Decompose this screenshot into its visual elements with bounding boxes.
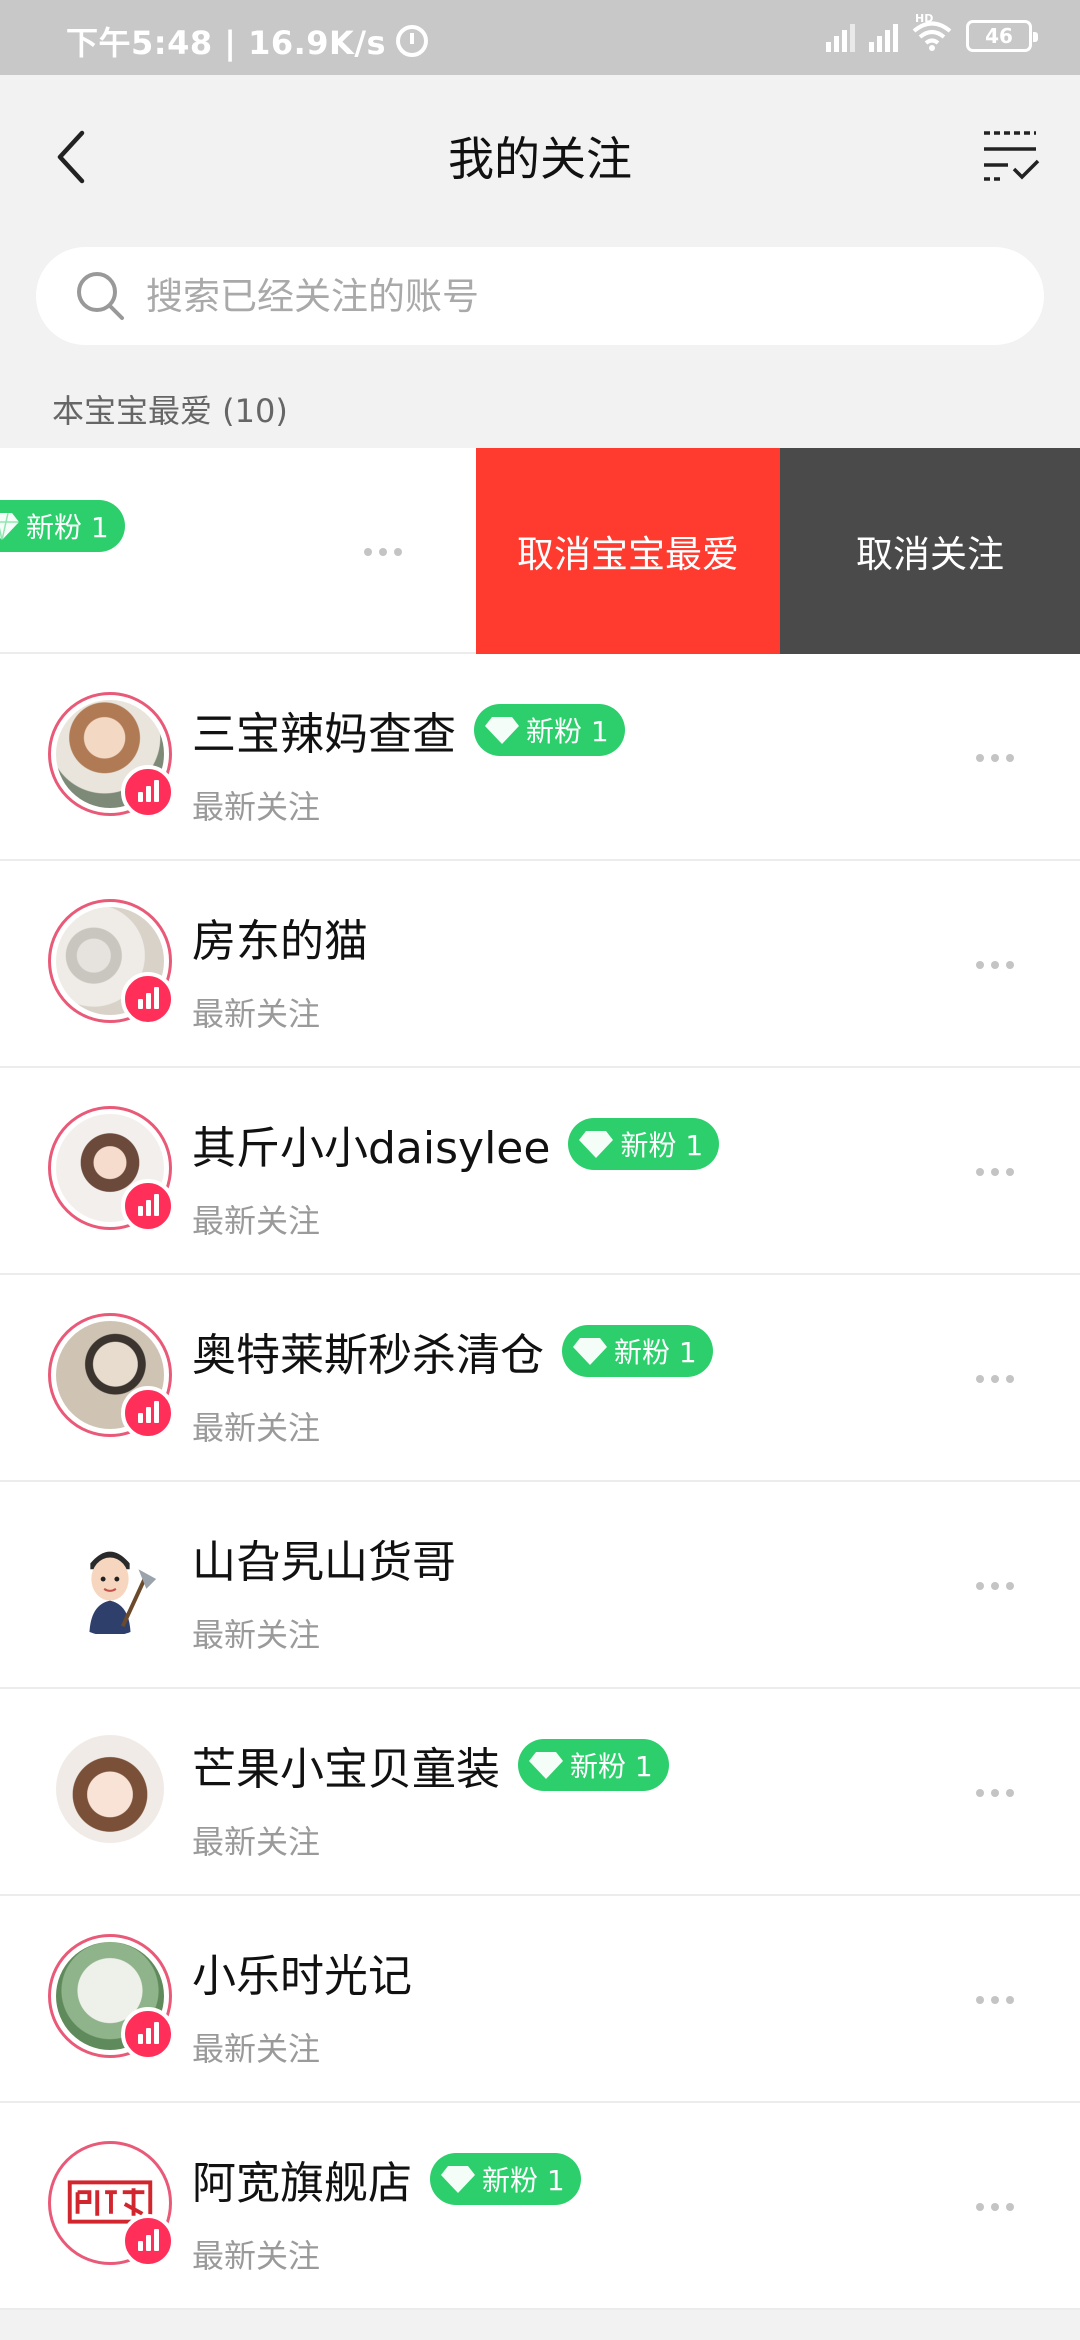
more-icon[interactable]: [976, 1168, 1014, 1176]
badge-label: 新粉 1: [614, 1336, 697, 1369]
badge-label: 新粉 1: [620, 1129, 704, 1162]
list-item[interactable]: 三宝辣妈查查 新粉 1 最新关注: [0, 654, 1080, 861]
search-icon: [77, 272, 124, 320]
more-icon[interactable]: [976, 1582, 1014, 1590]
avatar[interactable]: [48, 692, 175, 819]
signal-hd-icon: HD: [869, 12, 933, 52]
new-fan-badge: 新粉 1: [430, 2153, 581, 2205]
list-item[interactable]: 阿宽旗舰店 新粉 1 最新关注: [0, 2103, 1080, 2310]
avatar[interactable]: [48, 1313, 175, 1440]
account-name: 房东的猫: [192, 916, 368, 967]
avatar[interactable]: [48, 2141, 175, 2268]
account-subtitle: 最新关注: [192, 788, 321, 826]
diamond-icon: [579, 1131, 614, 1158]
account-subtitle: 最新关注: [192, 1823, 321, 1861]
more-icon[interactable]: [976, 1996, 1014, 2004]
new-fan-badge: 新粉 1: [0, 500, 125, 552]
page-title: 我的关注: [448, 132, 632, 186]
app-header: 我的关注: [0, 75, 1080, 235]
account-name: 奥特莱斯秒杀清仓: [192, 1330, 544, 1381]
account-subtitle: 最新关注: [192, 995, 321, 1033]
list-item[interactable]: 芒果小宝贝童装 新粉 1 最新关注: [0, 1689, 1080, 1896]
remove-favorite-button[interactable]: 取消宝宝最爱: [476, 448, 780, 654]
diamond-icon: [529, 1752, 563, 1779]
status-bar: 下午5:48 | 16.9K/s HD 46: [0, 0, 1080, 75]
more-icon[interactable]: [976, 1375, 1014, 1383]
live-icon: [121, 1386, 175, 1440]
search-bar[interactable]: [36, 247, 1044, 345]
account-subtitle: 最新关注: [192, 2237, 321, 2275]
avatar[interactable]: [48, 1106, 175, 1233]
diamond-icon: [0, 512, 19, 541]
account-subtitle: 最新关注: [192, 1202, 321, 1240]
account-subtitle: 最新关注: [192, 2030, 321, 2068]
avatar[interactable]: [48, 1934, 175, 2061]
list-item[interactable]: 其斤小小daisylee 新粉 1 最新关注: [0, 1068, 1080, 1275]
diamond-icon: [441, 2166, 475, 2193]
account-name: 阿宽旗舰店: [192, 2158, 412, 2209]
more-icon[interactable]: [976, 1789, 1014, 1797]
account-name: 山旮旯山货哥: [192, 1537, 456, 1588]
live-icon: [121, 972, 175, 1026]
account-name: 三宝辣妈查查: [192, 709, 456, 760]
more-icon[interactable]: [976, 961, 1014, 969]
live-icon: [121, 2214, 175, 2268]
battery-icon: 46: [966, 20, 1038, 52]
avatar[interactable]: [48, 1727, 172, 1851]
search-input[interactable]: [146, 274, 946, 318]
signal-icon: [826, 20, 855, 52]
more-icon[interactable]: [976, 754, 1014, 762]
wifi-icon: [912, 21, 952, 51]
avatar[interactable]: [48, 899, 175, 1026]
account-name: 其斤小小daisylee: [192, 1123, 551, 1174]
list-item[interactable]: 房东的猫 最新关注: [0, 861, 1080, 1068]
live-icon: [121, 2007, 175, 2061]
live-icon: [121, 1179, 175, 1233]
unfollow-button[interactable]: 取消关注: [780, 448, 1080, 654]
badge-label: 新粉 1: [482, 2164, 565, 2197]
list-item[interactable]: 奥特莱斯秒杀清仓 新粉 1 最新关注: [0, 1275, 1080, 1482]
new-fan-badge: 新粉 1: [568, 1118, 720, 1170]
cartoon-avatar: [56, 1528, 164, 1636]
more-icon[interactable]: [976, 2203, 1014, 2211]
list-item[interactable]: 小乐时光记 最新关注: [0, 1896, 1080, 2103]
battery-level: 46: [985, 24, 1013, 48]
account-name: 芒果小宝贝童装: [192, 1744, 500, 1795]
badge-label: 新粉 1: [26, 511, 109, 544]
following-list: 三宝辣妈查查 新粉 1 最新关注 房东的猫 最新关注 其斤小小daisylee: [0, 654, 1080, 2310]
new-fan-badge: 新粉 1: [518, 1739, 669, 1791]
status-time-speed: 下午5:48 | 16.9K/s: [66, 24, 387, 62]
avatar[interactable]: [48, 1520, 172, 1644]
filter-list-icon[interactable]: [978, 121, 1042, 185]
account-subtitle: 最新关注: [192, 1616, 321, 1654]
new-fan-badge: 新粉 1: [562, 1325, 713, 1377]
account-name: 小乐时光记: [192, 1951, 412, 2002]
list-item[interactable]: 山旮旯山货哥 最新关注: [0, 1482, 1080, 1689]
alarm-icon: [396, 25, 429, 57]
swiped-list-item[interactable]: 新粉 1 取消宝宝最爱 取消关注: [0, 448, 1080, 654]
diamond-icon: [485, 717, 519, 744]
badge-label: 新粉 1: [526, 715, 609, 748]
account-subtitle: 最新关注: [192, 1409, 321, 1447]
section-label: 本宝宝最爱 (10): [52, 392, 288, 430]
badge-label: 新粉 1: [570, 1750, 653, 1783]
new-fan-badge: 新粉 1: [474, 704, 625, 756]
live-icon: [121, 765, 175, 819]
diamond-icon: [573, 1338, 607, 1365]
